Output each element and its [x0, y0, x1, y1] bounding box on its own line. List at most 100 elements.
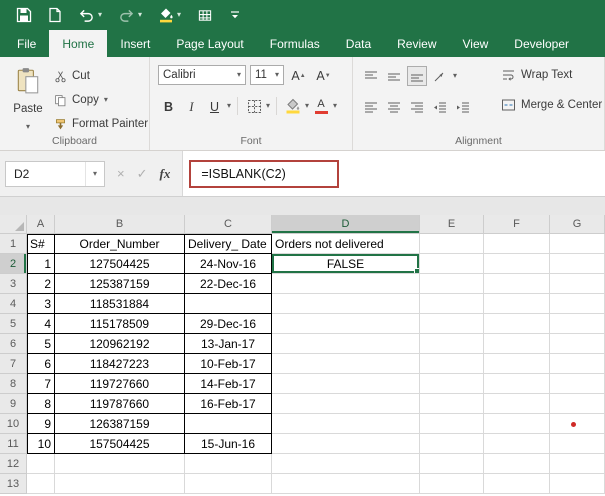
cell-G10[interactable]	[550, 414, 605, 434]
cell-B7[interactable]: 118427223	[55, 354, 185, 374]
insert-function-button[interactable]: fx	[160, 166, 171, 182]
cell-C3[interactable]: 22-Dec-16	[185, 274, 272, 294]
cell-B1[interactable]: Order_Number	[55, 234, 185, 254]
cell-C1[interactable]: Delivery_ Date	[185, 234, 272, 254]
cell-G11[interactable]	[550, 434, 605, 454]
name-box-caret-icon[interactable]: ▾	[85, 162, 104, 186]
increase-indent-button[interactable]	[453, 97, 473, 117]
cell-C10[interactable]	[185, 414, 272, 434]
row-header-7[interactable]: 7	[0, 354, 27, 374]
decrease-indent-button[interactable]	[430, 97, 450, 117]
decrease-font-button[interactable]: A ▼	[313, 65, 334, 85]
align-right-button[interactable]	[407, 97, 427, 117]
row-header-6[interactable]: 6	[0, 334, 27, 354]
cell-D12[interactable]	[272, 454, 420, 474]
cell-D9[interactable]	[272, 394, 420, 414]
cell-B2[interactable]: 127504425	[55, 254, 185, 274]
cell-E1[interactable]	[420, 234, 484, 254]
row-header-9[interactable]: 9	[0, 394, 27, 414]
undo-caret-icon[interactable]: ▾	[98, 11, 102, 19]
cell-F9[interactable]	[484, 394, 550, 414]
tab-file[interactable]: File	[4, 30, 49, 57]
format-painter-button[interactable]: Format Painter	[54, 114, 148, 134]
underline-button[interactable]: U	[204, 96, 225, 116]
cell-A5[interactable]: 4	[27, 314, 55, 334]
cell-B10[interactable]: 126387159	[55, 414, 185, 434]
row-header-10[interactable]: 10	[0, 414, 27, 434]
cell-C12[interactable]	[185, 454, 272, 474]
formula-input[interactable]: =ISBLANK(C2)	[182, 151, 605, 196]
cell-D6[interactable]	[272, 334, 420, 354]
cell-D2[interactable]: FALSE	[272, 254, 420, 274]
cell-F13[interactable]	[484, 474, 550, 494]
column-header-C[interactable]: C	[185, 215, 272, 234]
tab-page-layout[interactable]: Page Layout	[163, 30, 256, 57]
cell-A8[interactable]: 7	[27, 374, 55, 394]
align-center-button[interactable]	[384, 97, 404, 117]
borders-caret-icon[interactable]: ▾	[266, 102, 270, 110]
cell-D8[interactable]	[272, 374, 420, 394]
row-header-11[interactable]: 11	[0, 434, 27, 454]
save-button[interactable]	[16, 7, 32, 23]
quick-table-button[interactable]	[197, 8, 213, 23]
cell-E6[interactable]	[420, 334, 484, 354]
row-header-13[interactable]: 13	[0, 474, 27, 494]
new-file-button[interactable]	[48, 7, 62, 23]
cell-B13[interactable]	[55, 474, 185, 494]
cell-G2[interactable]	[550, 254, 605, 274]
font-color-button[interactable]: A	[311, 96, 331, 116]
cell-A2[interactable]: 1	[27, 254, 55, 274]
cell-B5[interactable]: 115178509	[55, 314, 185, 334]
row-header-2[interactable]: 2	[0, 254, 27, 274]
cell-C11[interactable]: 15-Jun-16	[185, 434, 272, 454]
redo-button[interactable]: ▾	[118, 8, 142, 23]
cell-E3[interactable]	[420, 274, 484, 294]
enter-button[interactable]: ✓	[137, 166, 148, 182]
cell-F2[interactable]	[484, 254, 550, 274]
font-name-select[interactable]: Calibri ▾	[158, 65, 246, 85]
cell-C8[interactable]: 14-Feb-17	[185, 374, 272, 394]
cut-button[interactable]: Cut	[54, 66, 148, 86]
increase-font-button[interactable]: A ▲	[288, 65, 309, 85]
cell-G12[interactable]	[550, 454, 605, 474]
tab-developer[interactable]: Developer	[501, 30, 582, 57]
font-size-select[interactable]: 11 ▾	[250, 65, 284, 85]
undo-button[interactable]: ▾	[78, 8, 102, 23]
cell-C6[interactable]: 13-Jan-17	[185, 334, 272, 354]
cell-B3[interactable]: 125387159	[55, 274, 185, 294]
row-header-3[interactable]: 3	[0, 274, 27, 294]
cell-D7[interactable]	[272, 354, 420, 374]
borders-button[interactable]	[244, 96, 264, 116]
cell-G5[interactable]	[550, 314, 605, 334]
cell-D13[interactable]	[272, 474, 420, 494]
align-left-button[interactable]	[361, 97, 381, 117]
italic-button[interactable]: I	[181, 96, 202, 116]
cell-E13[interactable]	[420, 474, 484, 494]
cell-D11[interactable]	[272, 434, 420, 454]
cell-E5[interactable]	[420, 314, 484, 334]
cell-F11[interactable]	[484, 434, 550, 454]
row-header-8[interactable]: 8	[0, 374, 27, 394]
cell-C5[interactable]: 29-Dec-16	[185, 314, 272, 334]
column-header-A[interactable]: A	[27, 215, 55, 234]
redo-caret-icon[interactable]: ▾	[138, 11, 142, 19]
cell-G9[interactable]	[550, 394, 605, 414]
cell-E11[interactable]	[420, 434, 484, 454]
cell-F5[interactable]	[484, 314, 550, 334]
align-top-button[interactable]	[361, 66, 381, 86]
bold-button[interactable]: B	[158, 96, 179, 116]
cell-G8[interactable]	[550, 374, 605, 394]
cell-A6[interactable]: 5	[27, 334, 55, 354]
cell-F6[interactable]	[484, 334, 550, 354]
cell-C9[interactable]: 16-Feb-17	[185, 394, 272, 414]
row-header-5[interactable]: 5	[0, 314, 27, 334]
cell-D4[interactable]	[272, 294, 420, 314]
cell-A7[interactable]: 6	[27, 354, 55, 374]
cell-A10[interactable]: 9	[27, 414, 55, 434]
cell-C7[interactable]: 10-Feb-17	[185, 354, 272, 374]
cell-F3[interactable]	[484, 274, 550, 294]
cell-B4[interactable]: 118531884	[55, 294, 185, 314]
align-middle-button[interactable]	[384, 66, 404, 86]
cell-E4[interactable]	[420, 294, 484, 314]
cell-E10[interactable]	[420, 414, 484, 434]
